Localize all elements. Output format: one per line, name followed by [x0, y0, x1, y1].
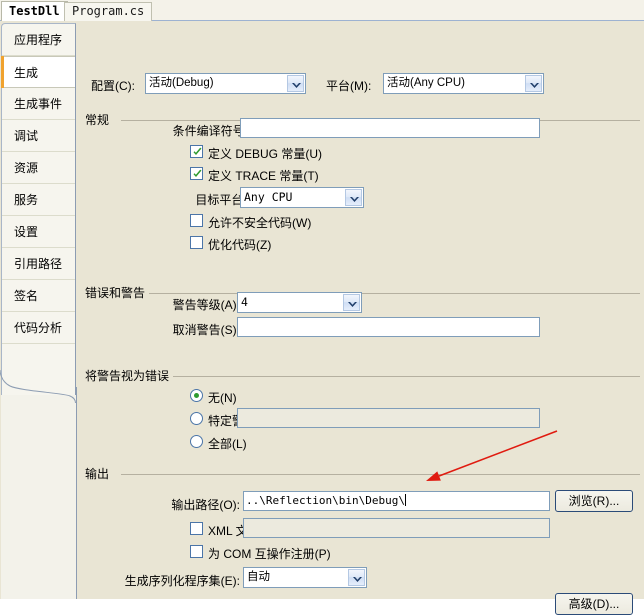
- xml-doc-file-checkbox[interactable]: [190, 522, 203, 535]
- output-group-title: 输出: [85, 467, 114, 481]
- warnings-as-errors-group-title: 将警告视为错误: [85, 369, 174, 383]
- optimize-code-label: 优化代码(Z): [208, 238, 272, 252]
- warnings-none-radio[interactable]: [190, 389, 203, 402]
- sidebar-item-build-events[interactable]: 生成事件: [2, 88, 75, 120]
- sidebar-item-label: 资源: [14, 161, 39, 175]
- xml-doc-file-input[interactable]: [243, 518, 550, 538]
- output-path-input[interactable]: ..\Reflection\bin\Debug\: [243, 491, 550, 511]
- configuration-label: 配置(C):: [91, 79, 135, 93]
- sidebar-item-label: 代码分析: [14, 321, 63, 335]
- sidebar-item-build[interactable]: 生成: [1, 56, 75, 88]
- warnings-specific-input[interactable]: [237, 408, 540, 428]
- text-caret: [404, 494, 406, 506]
- tab-testdll[interactable]: TestDll: [1, 1, 68, 21]
- sidebar-item-label: 设置: [14, 225, 39, 239]
- sidebar-item-signing[interactable]: 签名: [2, 280, 75, 312]
- chevron-down-icon[interactable]: [345, 189, 362, 206]
- chevron-down-icon[interactable]: [525, 75, 542, 92]
- configuration-combobox[interactable]: 活动(Debug): [145, 73, 306, 94]
- allow-unsafe-code-label: 允许不安全代码(W): [208, 216, 312, 230]
- define-debug-label: 定义 DEBUG 常量(U): [208, 147, 323, 161]
- sidebar-item-label: 应用程序: [14, 33, 63, 47]
- advanced-button[interactable]: 高级(D)...: [555, 593, 633, 615]
- target-platform-value: Any CPU: [244, 190, 293, 204]
- editor-tab-strip: TestDll Program.cs: [0, 0, 644, 21]
- sidebar-item-label: 生成事件: [14, 97, 63, 111]
- errors-warnings-group-title: 错误和警告: [85, 286, 150, 300]
- sidebar-item-debug[interactable]: 调试: [2, 120, 75, 152]
- suppress-warnings-input[interactable]: [237, 317, 540, 337]
- optimize-code-checkbox[interactable]: [190, 236, 203, 249]
- sidebar-item-reference-paths[interactable]: 引用路径: [2, 248, 75, 280]
- warning-level-label: 警告等级(A):: [172, 298, 240, 312]
- warnings-all-label: 全部(L): [208, 437, 247, 451]
- sidebar-item-label: 服务: [14, 193, 39, 207]
- com-interop-checkbox[interactable]: [190, 545, 203, 558]
- sidebar-item-settings[interactable]: 设置: [2, 216, 75, 248]
- sidebar-item-application[interactable]: 应用程序: [2, 24, 75, 56]
- sidebar-item-label: 签名: [14, 289, 39, 303]
- project-properties-page: 应用程序 生成 生成事件 调试 资源 服务 设置 引用路径 签名 代码分析 配置…: [0, 21, 644, 615]
- sidebar-bottom-curve: [0, 369, 77, 403]
- allow-unsafe-code-checkbox[interactable]: [190, 214, 203, 227]
- sidebar-lower-filler: [1, 387, 77, 599]
- browse-output-path-button[interactable]: 浏览(R)...: [555, 490, 633, 512]
- output-group-rule: [121, 474, 640, 475]
- output-path-label: 输出路径(O):: [171, 498, 240, 512]
- sidebar-item-label: 调试: [14, 129, 39, 143]
- chevron-down-icon[interactable]: [287, 75, 304, 92]
- build-settings-pane: 配置(C): 活动(Debug) 平台(M): 活动(Any CPU) 常规 条…: [77, 21, 644, 615]
- sidebar-item-label: 生成: [14, 66, 39, 80]
- platform-value: 活动(Any CPU): [387, 77, 465, 89]
- tab-program-cs[interactable]: Program.cs: [64, 2, 153, 21]
- suppress-warnings-label: 取消警告(S):: [172, 323, 240, 337]
- sidebar-item-code-analysis[interactable]: 代码分析: [2, 312, 75, 344]
- sidebar-item-label: 引用路径: [14, 257, 63, 271]
- sidebar-item-services[interactable]: 服务: [2, 184, 75, 216]
- warning-level-value: 4: [241, 295, 248, 309]
- define-trace-checkbox[interactable]: [190, 167, 203, 180]
- properties-category-sidebar: 应用程序 生成 生成事件 调试 资源 服务 设置 引用路径 签名 代码分析: [1, 23, 76, 395]
- serialization-assembly-value: 自动: [247, 571, 270, 583]
- warnings-none-label: 无(N): [208, 391, 237, 405]
- warning-level-combobox[interactable]: 4: [237, 292, 362, 313]
- platform-combobox[interactable]: 活动(Any CPU): [383, 73, 544, 94]
- errors-warnings-group-rule: [145, 293, 640, 294]
- define-debug-checkbox[interactable]: [190, 145, 203, 158]
- serialization-assembly-combobox[interactable]: 自动: [243, 567, 367, 588]
- platform-label: 平台(M):: [326, 79, 372, 93]
- radio-dot: [194, 393, 199, 398]
- serialization-assembly-label: 生成序列化程序集(E):: [124, 574, 240, 588]
- com-interop-label: 为 COM 互操作注册(P): [208, 547, 331, 561]
- chevron-down-icon[interactable]: [343, 294, 360, 311]
- warnings-all-radio[interactable]: [190, 435, 203, 448]
- configuration-value: 活动(Debug): [149, 77, 214, 89]
- conditional-symbols-input[interactable]: [240, 118, 540, 138]
- warnings-as-errors-group-rule: [160, 376, 640, 377]
- chevron-down-icon[interactable]: [348, 569, 365, 586]
- target-platform-combobox[interactable]: Any CPU: [240, 187, 364, 208]
- define-trace-label: 定义 TRACE 常量(T): [208, 169, 319, 183]
- warnings-specific-radio[interactable]: [190, 412, 203, 425]
- output-path-value: ..\Reflection\bin\Debug\: [246, 494, 405, 507]
- general-group-title: 常规: [85, 113, 114, 127]
- sidebar-item-resources[interactable]: 资源: [2, 152, 75, 184]
